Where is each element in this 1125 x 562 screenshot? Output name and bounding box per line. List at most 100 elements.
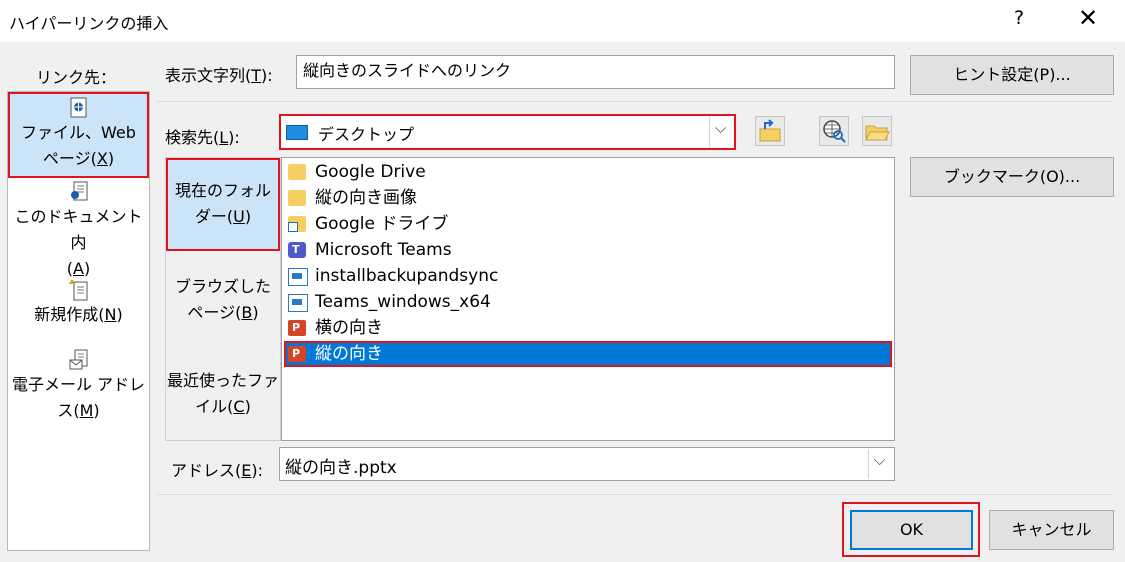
look-in-chevron-down-icon: ⌵: [715, 119, 727, 137]
scope-current-folder[interactable]: 現在のフォル ダー(U): [166, 158, 280, 251]
address-chevron-down-icon: ⌵: [874, 451, 886, 469]
file-name: 横の向き: [315, 318, 383, 338]
display-text-label-b: ):: [261, 66, 273, 85]
file-name: 縦の向き画像: [315, 188, 417, 208]
scope-current-line2a: ダー(: [194, 207, 234, 226]
link-to-document-line1: このドキュメント内: [14, 207, 143, 252]
new-document-icon: [68, 279, 87, 301]
address-value: 縦の向き.pptx: [285, 458, 397, 478]
scope-panel: 現在のフォル ダー(U) ブラウズした ページ(B) 最近使ったファ イル(C): [165, 157, 281, 441]
file-name: Google ドライブ: [315, 214, 449, 234]
file-name: Google Drive: [315, 162, 426, 182]
scope-recent-line2a: イル(: [195, 397, 234, 416]
bookmark-button[interactable]: ブックマーク(O)...: [910, 157, 1114, 197]
link-to-email-key: M: [79, 401, 94, 420]
file-name: Teams_windows_x64: [315, 292, 491, 312]
desktop-icon: [286, 125, 308, 140]
file-item[interactable]: Teams_windows_x64: [284, 289, 892, 315]
look-in-dropdown-arrow[interactable]: ⌵: [709, 117, 734, 147]
folder-icon: [288, 190, 306, 206]
address-label-a: アドレス(: [171, 461, 242, 480]
file-item[interactable]: P 横の向き: [284, 315, 892, 341]
address-dropdown-arrow[interactable]: ⌵: [868, 449, 893, 479]
scope-browsed-pages[interactable]: ブラウズした ページ(B): [166, 274, 280, 334]
browse-web-button[interactable]: [819, 116, 849, 146]
scope-recent-files[interactable]: 最近使ったファ イル(C): [166, 368, 280, 428]
link-to-document-line2b: ): [83, 259, 91, 278]
look-in-key: L: [219, 128, 229, 147]
open-folder-icon: [865, 125, 890, 141]
teams-icon: T: [288, 242, 306, 258]
look-in-combobox[interactable]: デスクトップ ⌵: [279, 114, 736, 150]
look-in-label-a: 検索先(: [165, 128, 220, 147]
link-to-file-webpage[interactable]: ファイル、Web ページ(X): [8, 92, 149, 178]
ok-button[interactable]: OK: [850, 510, 973, 550]
link-to-new-line2b: ): [116, 305, 123, 324]
title-bar: [0, 0, 1125, 42]
link-to-new-document[interactable]: 新規作成(N): [8, 278, 149, 338]
scope-current-key: U: [233, 207, 245, 226]
cancel-button[interactable]: キャンセル: [989, 510, 1114, 550]
display-text-input[interactable]: 縦向きのスライドへのリンク: [296, 55, 895, 89]
screentip-button[interactable]: ヒント設定(P)...: [910, 55, 1114, 95]
up-folder-button[interactable]: [755, 116, 785, 146]
link-to-file-key: X: [96, 149, 108, 168]
link-to-this-document[interactable]: このドキュメント内 (A): [8, 180, 149, 278]
file-item[interactable]: 縦の向き画像: [284, 185, 892, 211]
powerpoint-icon: P: [288, 346, 306, 362]
scope-browsed-line2b: ): [252, 303, 259, 322]
file-name: Microsoft Teams: [315, 240, 452, 260]
address-label: アドレス(E):: [171, 457, 263, 481]
link-to-new-label: 新規作成(: [34, 305, 105, 324]
link-to-file-line1: ファイル、Web: [21, 123, 136, 142]
shortcut-folder-icon: [288, 216, 306, 232]
scope-recent-line2b: ): [244, 397, 251, 416]
address-key: E: [241, 461, 252, 480]
link-to-file-line2a: ページ(: [42, 149, 97, 168]
email-document-icon: [69, 349, 87, 370]
file-name: installbackupandsync: [315, 266, 499, 286]
file-web-icon: [70, 97, 86, 118]
file-name: 縦の向き: [315, 344, 383, 364]
link-to-email-line1: 電子メール アドレ: [11, 375, 146, 394]
scope-browsed-line2a: ページ(: [187, 303, 242, 322]
link-to-panel: ファイル、Web ページ(X) このドキュメント内 (A) 新規作成(N) 電子…: [7, 91, 150, 551]
divider-bottom: [157, 494, 1113, 495]
link-to-new-key: N: [104, 305, 117, 324]
powerpoint-icon: P: [288, 320, 306, 336]
look-in-label-b: ):: [228, 128, 240, 147]
dialog-title: ハイパーリンクの挿入: [9, 14, 169, 33]
link-to-file-line2b: ): [107, 149, 115, 168]
browse-file-button[interactable]: [862, 116, 892, 146]
file-item[interactable]: Google ドライブ: [284, 211, 892, 237]
browse-web-icon: [823, 120, 846, 143]
link-to-document-key: A: [73, 259, 84, 278]
look-in-value: デスクトップ: [318, 125, 415, 144]
file-item[interactable]: T Microsoft Teams: [284, 237, 892, 263]
link-to-email-line2a: ス(: [57, 401, 80, 420]
file-list[interactable]: Google Drive 縦の向き画像 Google ドライブ T Micros…: [281, 157, 895, 441]
installer-icon: [288, 268, 308, 286]
scope-recent-line1: 最近使ったファ: [166, 371, 279, 390]
scope-current-line2b: ): [244, 207, 252, 226]
display-text-key: T: [251, 66, 262, 85]
close-button[interactable]: ✕: [1078, 4, 1098, 32]
document-place-icon: [70, 181, 87, 201]
folder-icon: [288, 164, 306, 180]
file-item-selected[interactable]: P 縦の向き: [284, 341, 892, 367]
link-to-email-line2b: ): [93, 401, 100, 420]
file-item[interactable]: Google Drive: [284, 159, 892, 185]
scope-browsed-key: B: [241, 303, 253, 322]
help-button[interactable]: ?: [1014, 7, 1024, 29]
installer-icon: [288, 294, 308, 312]
divider-top: [157, 101, 1113, 102]
link-to-label: リンク先：: [36, 68, 117, 87]
link-to-email[interactable]: 電子メール アドレ ス(M): [8, 348, 149, 434]
up-folder-icon: [759, 119, 781, 142]
display-text-label-a: 表示文字列(: [165, 66, 252, 85]
address-combobox[interactable]: 縦の向き.pptx ⌵: [279, 447, 895, 481]
scope-recent-key: C: [233, 397, 245, 416]
file-item[interactable]: installbackupandsync: [284, 263, 892, 289]
address-label-b: ):: [251, 461, 263, 480]
look-in-label: 検索先(L):: [165, 124, 240, 148]
